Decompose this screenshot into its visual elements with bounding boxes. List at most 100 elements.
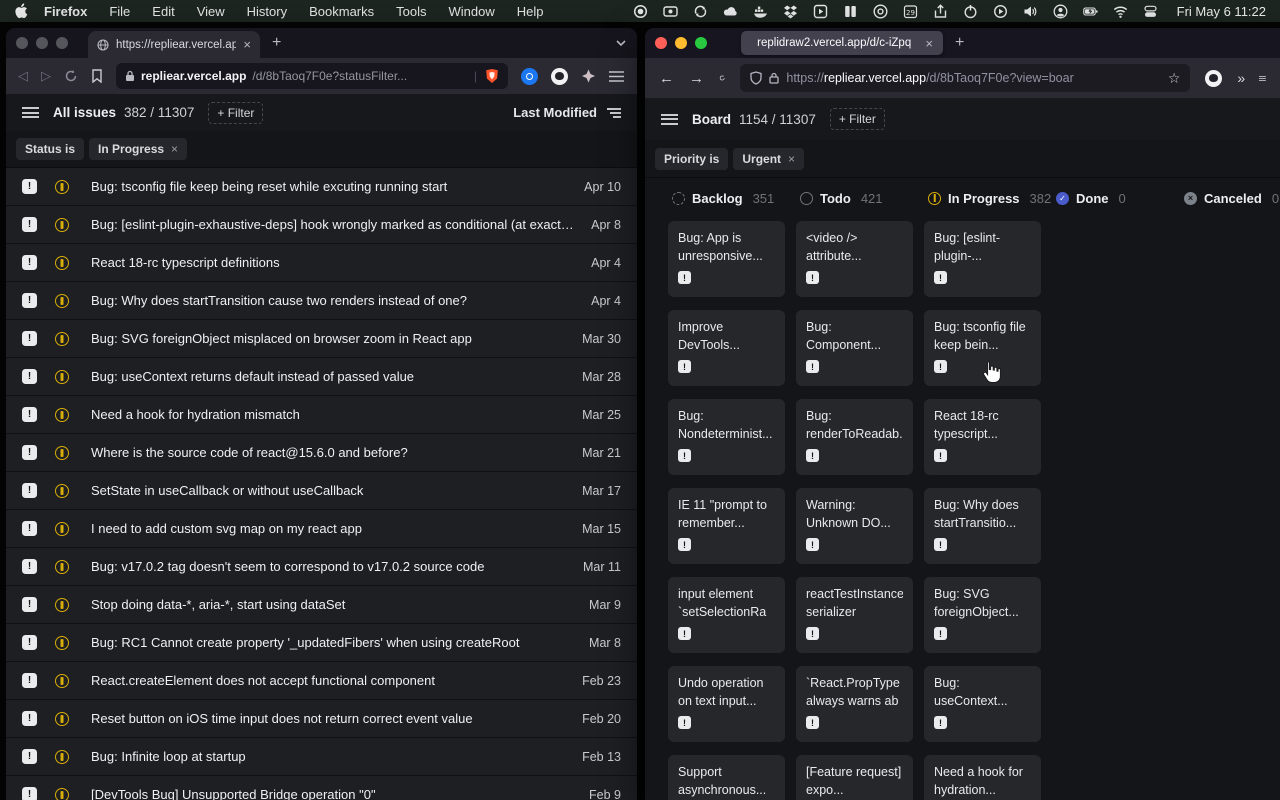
tab-close-icon[interactable]: × (925, 37, 933, 50)
address-bar[interactable]: https:// repliear.vercel.app /d/8bTaoq7F… (740, 64, 1190, 92)
upload-box-icon[interactable] (933, 4, 948, 19)
issue-card[interactable]: reactTestInstance serializer ! (796, 577, 913, 653)
minimize-window-button[interactable] (36, 37, 48, 49)
issue-card[interactable]: Bug: Component... ! (796, 310, 913, 386)
issue-card[interactable]: Improve DevTools... ! (668, 310, 785, 386)
issue-row[interactable]: ! React.createElement does not accept fu… (6, 662, 637, 700)
menu-history[interactable]: History (247, 4, 287, 19)
filter-chip[interactable]: Urgent × (733, 148, 804, 170)
brave-shield-icon[interactable] (485, 68, 499, 84)
issue-card[interactable]: Undo operation on text input... ! (668, 666, 785, 742)
issue-row[interactable]: ! Bug: Infinite loop at startup Feb 13 (6, 738, 637, 776)
camera-icon[interactable] (663, 4, 678, 19)
github-extension-icon[interactable] (1205, 70, 1222, 87)
github-extension-icon[interactable] (551, 68, 568, 85)
sidebar-toggle-icon[interactable] (22, 107, 39, 118)
issue-row[interactable]: ! Need a hook for hydration mismatch Mar… (6, 396, 637, 434)
issue-card[interactable]: input element `setSelectionRa ! (668, 577, 785, 653)
add-filter-button[interactable]: + Filter (208, 102, 263, 124)
power-icon[interactable] (963, 4, 978, 19)
tab-close-icon[interactable]: × (243, 38, 251, 51)
calendar-29-icon[interactable]: 29 (903, 4, 918, 19)
issue-card[interactable]: Bug: renderToReadab... ! (796, 399, 913, 475)
shield-icon[interactable] (750, 71, 762, 85)
record-icon[interactable] (633, 4, 648, 19)
menu-hamburger-icon[interactable] (1259, 73, 1266, 84)
menu-bookmarks[interactable]: Bookmarks (309, 4, 374, 19)
issue-card[interactable]: Bug: SVG foreignObject... ! (924, 577, 1041, 653)
issue-card[interactable]: Bug: useContext... ! (924, 666, 1041, 742)
issue-card[interactable]: Need a hook for hydration... ! (924, 755, 1041, 800)
sort-icon[interactable] (605, 107, 621, 119)
sync-icon[interactable] (693, 4, 708, 19)
overflow-menu-icon[interactable]: » (1237, 70, 1244, 86)
issue-card[interactable]: React 18-rc typescript... ! (924, 399, 1041, 475)
bookmark-icon[interactable] (91, 69, 103, 83)
issue-card[interactable]: Bug: Why does startTransitio... ! (924, 488, 1041, 564)
issue-row[interactable]: ! Bug: RC1 Cannot create property '_upda… (6, 624, 637, 662)
issue-card[interactable]: Bug: App is unresponsive... ! (668, 221, 785, 297)
menu-bar-clock[interactable]: Fri May 6 11:22 (1177, 4, 1266, 19)
battery-charging-icon[interactable] (1083, 4, 1098, 19)
dropbox-icon[interactable] (783, 4, 798, 19)
menu-file[interactable]: File (109, 4, 130, 19)
issue-row[interactable]: ! Bug: SVG foreignObject misplaced on br… (6, 320, 637, 358)
new-tab-button[interactable]: + (955, 34, 964, 52)
chip-close-icon[interactable]: × (171, 142, 178, 156)
play-circle-icon[interactable] (993, 4, 1008, 19)
menu-help[interactable]: Help (517, 4, 544, 19)
zoom-window-button[interactable] (695, 37, 707, 49)
cloud-icon[interactable] (723, 4, 738, 19)
issue-row[interactable]: ! Reset button on iOS time input does no… (6, 700, 637, 738)
issue-row[interactable]: ! Stop doing data-*, aria-*, start using… (6, 586, 637, 624)
onepassword-icon[interactable] (873, 4, 888, 19)
wifi-icon[interactable] (1113, 4, 1128, 19)
issue-row[interactable]: ! Bug: [eslint-plugin-exhaustive-deps] h… (6, 206, 637, 244)
browser-tab[interactable]: replidraw2.vercel.app/d/c-iZpq × (741, 31, 943, 55)
issue-row[interactable]: ! Bug: Why does startTransition cause tw… (6, 282, 637, 320)
issue-card[interactable]: <video /> attribute... ! (796, 221, 913, 297)
issue-row[interactable]: ! I need to add custom svg map on my rea… (6, 510, 637, 548)
issue-row[interactable]: ! Bug: useContext returns default instea… (6, 358, 637, 396)
apple-menu-icon[interactable] (14, 3, 28, 19)
issue-row[interactable]: ! SetState in useCallback or without use… (6, 472, 637, 510)
zoom-window-button[interactable] (56, 37, 68, 49)
close-window-button[interactable] (655, 37, 667, 49)
bookmark-star-icon[interactable]: ☆ (1168, 70, 1181, 87)
issue-card[interactable]: `React.PropType always warns ab ! (796, 666, 913, 742)
back-button[interactable]: ◁ (18, 68, 28, 84)
back-button[interactable]: ← (659, 70, 674, 87)
issue-row[interactable]: ! Bug: tsconfig file keep being reset wh… (6, 168, 637, 206)
filter-chip[interactable]: Status is (16, 138, 84, 160)
user-switch-icon[interactable] (1143, 4, 1158, 19)
menu-view[interactable]: View (197, 4, 225, 19)
add-filter-button[interactable]: + Filter (830, 108, 885, 130)
menu-window[interactable]: Window (449, 4, 495, 19)
menu-hamburger-icon[interactable] (609, 71, 624, 82)
browser-tab[interactable]: https://repliear.vercel.app/d/8b × (88, 31, 260, 58)
sort-label[interactable]: Last Modified (513, 105, 597, 120)
issue-row[interactable]: ! Where is the source code of react@15.6… (6, 434, 637, 472)
chip-close-icon[interactable]: × (788, 152, 795, 166)
reload-button[interactable] (719, 71, 725, 85)
issue-card[interactable]: Bug: Nondeterminist... ! (668, 399, 785, 475)
account-icon[interactable] (1053, 4, 1068, 19)
chevron-down-icon[interactable] (615, 39, 627, 47)
menu-edit[interactable]: Edit (152, 4, 174, 19)
extension-pinwheel-icon[interactable] (581, 69, 596, 84)
issue-card[interactable]: Bug: tsconfig file keep bein... ! (924, 310, 1041, 386)
issue-card[interactable]: Warning: Unknown DO... ! (796, 488, 913, 564)
issue-row[interactable]: ! Bug: v17.0.2 tag doesn't seem to corre… (6, 548, 637, 586)
columns-icon[interactable] (843, 4, 858, 19)
volume-icon[interactable] (1023, 4, 1038, 19)
forward-button[interactable]: ▷ (41, 68, 51, 84)
reload-button[interactable] (64, 69, 78, 83)
filter-chip[interactable]: Priority is (655, 148, 728, 170)
address-bar[interactable]: repliear.vercel.app /d/8bTaoq7F0e?status… (116, 63, 508, 89)
issue-row[interactable]: ! React 18-rc typescript definitions Apr… (6, 244, 637, 282)
issue-card[interactable]: [Feature request] expo... ! (796, 755, 913, 800)
issue-row[interactable]: ! [DevTools Bug] Unsupported Bridge oper… (6, 776, 637, 800)
close-window-button[interactable] (16, 37, 28, 49)
minimize-window-button[interactable] (675, 37, 687, 49)
filter-chip[interactable]: In Progress × (89, 138, 187, 160)
